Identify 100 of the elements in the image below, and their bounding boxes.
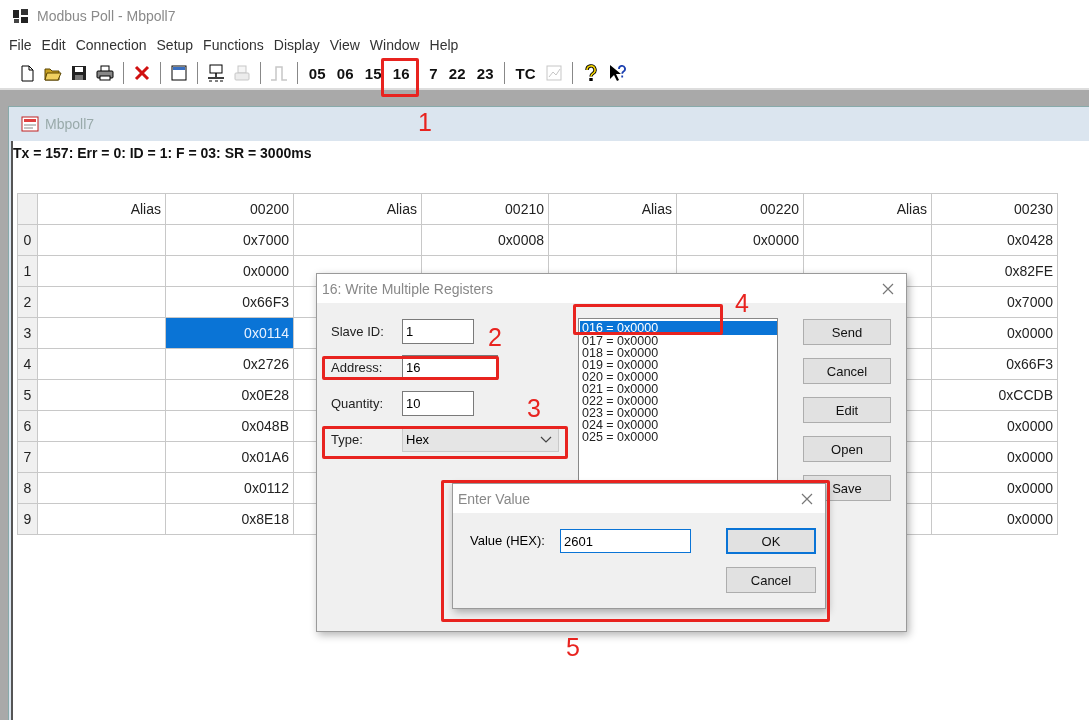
column-header[interactable]: Alias <box>803 193 932 225</box>
table-cell[interactable]: 0x2726 <box>165 348 294 380</box>
column-header[interactable]: 00220 <box>676 193 804 225</box>
row-header[interactable]: 6 <box>17 410 38 442</box>
table-cell[interactable]: 0x66F3 <box>165 286 294 318</box>
field-label: Type: <box>331 432 364 447</box>
table-cell[interactable]: 0x0114 <box>165 317 294 349</box>
row-header[interactable]: 9 <box>17 503 38 535</box>
table-cell[interactable]: 0x0000 <box>931 317 1058 349</box>
table-cell[interactable]: 0x0428 <box>931 224 1058 256</box>
row-header[interactable]: 2 <box>17 286 38 318</box>
row-header[interactable]: 4 <box>17 348 38 380</box>
menu-item[interactable]: Connection <box>70 37 152 53</box>
help-icon[interactable] <box>582 64 600 82</box>
row-header[interactable]: 3 <box>17 317 38 349</box>
pointer-help-icon[interactable] <box>608 64 626 82</box>
cross-icon[interactable] <box>133 64 151 82</box>
dialog-button[interactable]: Cancel <box>803 358 891 384</box>
input-field[interactable]: 2601 <box>560 529 691 553</box>
table-cell[interactable]: 0x0000 <box>931 503 1058 535</box>
table-cell[interactable]: 0x0112 <box>165 472 294 504</box>
list-item[interactable]: 017 = 0x0000 <box>580 335 777 347</box>
close-icon[interactable] <box>882 282 894 295</box>
function-button[interactable]: 06 <box>335 64 355 82</box>
monitor-icon[interactable] <box>207 64 225 82</box>
document-icon <box>21 116 39 132</box>
annotation-number: 5 <box>566 635 580 660</box>
list-item[interactable]: 020 = 0x0000 <box>580 371 777 383</box>
dialog-title: Enter Value <box>458 490 531 507</box>
list-item[interactable]: 021 = 0x0000 <box>580 383 777 395</box>
table-cell[interactable]: 0x66F3 <box>931 348 1058 380</box>
menu-item[interactable]: Functions <box>198 37 269 53</box>
table-cell[interactable]: 0x7000 <box>165 224 294 256</box>
table-cell[interactable]: 0x0000 <box>931 410 1058 442</box>
annotation-number: 1 <box>418 110 432 135</box>
table-cell[interactable]: 0x0000 <box>931 472 1058 504</box>
function-button[interactable]: 23 <box>475 64 495 82</box>
list-item[interactable]: 022 = 0x0000 <box>580 395 777 407</box>
dialog-button[interactable]: OK <box>726 528 816 554</box>
dialog-button[interactable]: Edit <box>803 397 891 423</box>
function-button[interactable]: 22 <box>447 64 467 82</box>
field-label: Quantity: <box>331 396 385 411</box>
table-cell[interactable]: 0x7000 <box>931 286 1058 318</box>
table-cell[interactable]: 0x82FE <box>931 255 1058 287</box>
printer-icon[interactable] <box>96 64 114 82</box>
annotation-number: 3 <box>527 396 541 421</box>
table-cell[interactable]: 0xCCDB <box>931 379 1058 411</box>
row-header[interactable]: 5 <box>17 379 38 411</box>
menu-item[interactable]: Help <box>424 37 464 53</box>
menu-item[interactable]: Window <box>364 37 425 53</box>
type-dropdown[interactable]: Hex <box>402 427 559 452</box>
dialog-button[interactable]: Send <box>803 319 891 345</box>
function-button[interactable]: 7 <box>419 64 439 82</box>
list-item[interactable]: 025 = 0x0000 <box>580 431 777 443</box>
row-header[interactable]: 0 <box>17 224 38 256</box>
input-field[interactable]: 1 <box>402 319 474 344</box>
window-title: Modbus Poll - Mbpoll7 <box>37 8 176 24</box>
column-header[interactable]: Alias <box>293 193 422 225</box>
row-header[interactable]: 8 <box>17 472 38 504</box>
column-header[interactable]: 00200 <box>165 193 294 225</box>
function-button[interactable]: 15 <box>363 64 383 82</box>
field-label: Slave ID: <box>331 324 385 339</box>
table-cell[interactable]: 0x0E28 <box>165 379 294 411</box>
function-button[interactable]: 16 <box>391 64 411 82</box>
status-text: Tx = 157: Err = 0: ID = 1: F = 03: SR = 3000ms <box>13 144 313 163</box>
list-item[interactable]: 019 = 0x0000 <box>580 359 777 371</box>
dialog-button[interactable]: Cancel <box>726 567 816 593</box>
table-cell[interactable]: 0x8E18 <box>165 503 294 535</box>
menu-item[interactable]: File <box>4 37 37 53</box>
function-button[interactable]: TC <box>514 64 537 82</box>
close-icon[interactable] <box>801 492 813 505</box>
table-cell[interactable]: 0x0000 <box>676 224 804 256</box>
column-header[interactable]: 00230 <box>931 193 1058 225</box>
column-header[interactable]: 00210 <box>421 193 549 225</box>
column-header[interactable]: Alias <box>37 193 166 225</box>
input-field[interactable]: 10 <box>402 391 474 416</box>
table-cell[interactable]: 0x0008 <box>421 224 549 256</box>
menu-item[interactable]: Setup <box>151 37 199 53</box>
table-cell[interactable]: 0x048B <box>165 410 294 442</box>
list-item[interactable]: 018 = 0x0000 <box>580 347 777 359</box>
menu-item[interactable]: Edit <box>36 37 71 53</box>
function-button[interactable]: 05 <box>307 64 327 82</box>
list-item[interactable]: 024 = 0x0000 <box>580 419 777 431</box>
row-header[interactable]: 7 <box>17 441 38 473</box>
list-item[interactable]: 023 = 0x0000 <box>580 407 777 419</box>
column-header[interactable]: Alias <box>548 193 677 225</box>
dialog-button[interactable]: Open <box>803 436 891 462</box>
annotation-number: 2 <box>488 325 502 350</box>
menu-item[interactable]: Display <box>268 37 325 53</box>
dialog-title: 16: Write Multiple Registers <box>322 280 493 297</box>
annotation-number: 4 <box>735 291 749 316</box>
save-icon[interactable] <box>70 64 88 82</box>
row-header[interactable]: 1 <box>17 255 38 287</box>
app-icon <box>12 8 30 24</box>
table-cell[interactable]: 0x01A6 <box>165 441 294 473</box>
new-file-icon[interactable] <box>18 64 36 82</box>
table-cell[interactable]: 0x0000 <box>931 441 1058 473</box>
table-cell[interactable]: 0x0000 <box>165 255 294 287</box>
menu-item[interactable]: View <box>324 37 365 53</box>
window-icon[interactable] <box>170 64 188 82</box>
